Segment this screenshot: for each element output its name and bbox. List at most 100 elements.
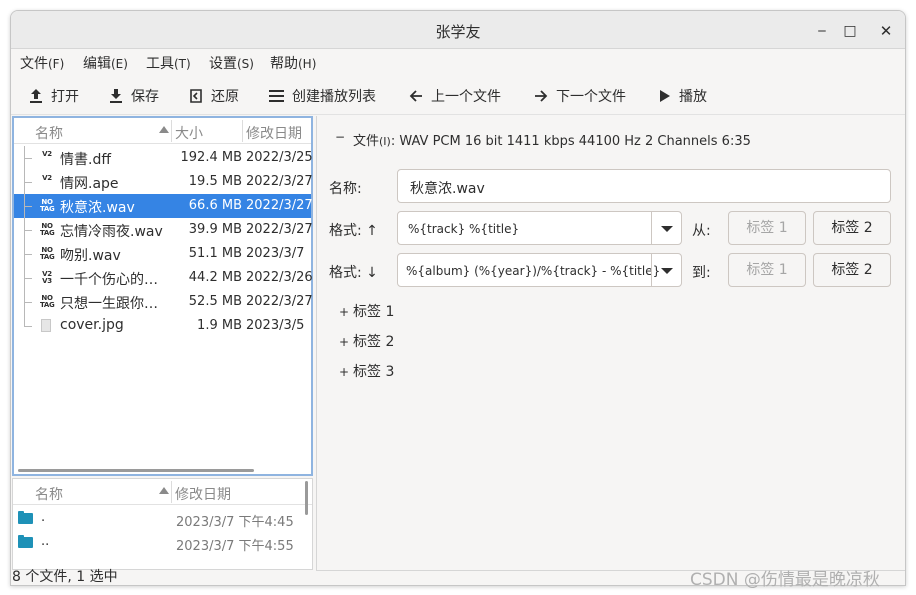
- menu-settings-accel: (S): [237, 57, 254, 71]
- next-file-button[interactable]: 下一个文件: [534, 84, 626, 108]
- file-list[interactable]: 名称 大小 修改日期 V2 情書.dff 192.4 MB 2022/3/25 …: [12, 116, 313, 476]
- file-list-header: 名称 大小 修改日期: [14, 118, 311, 144]
- prev-file-button[interactable]: 上一个文件: [409, 84, 501, 108]
- tag3-expander[interactable]: + 标签 3: [339, 361, 394, 381]
- menu-edit[interactable]: 编辑(E): [83, 53, 128, 73]
- tree-line: [24, 146, 34, 170]
- open-button[interactable]: 打开: [29, 84, 79, 108]
- dropdown-arrow-icon[interactable]: [661, 268, 673, 274]
- format-down-value: %{album} (%{year})/%{track} - %{title}: [406, 264, 661, 278]
- file-row[interactable]: NO TAG 忘情冷雨夜.wav 39.9 MB 2022/3/27: [14, 218, 313, 242]
- dir-row[interactable]: . 2023/3/7 下午4:45: [13, 507, 303, 531]
- file-row[interactable]: NO TAG 只想一生跟你… 52.5 MB 2022/3/27: [14, 290, 313, 314]
- revert-button[interactable]: 还原: [189, 84, 239, 108]
- play-button[interactable]: 播放: [659, 84, 707, 108]
- dir-header-date[interactable]: 修改日期: [175, 484, 231, 504]
- minimize-button[interactable]: ‒: [811, 20, 833, 42]
- file-row[interactable]: cover.jpg 1.9 MB 2023/3/5: [14, 314, 311, 338]
- menu-file[interactable]: 文件(F): [20, 53, 64, 73]
- tag-v2-icon: V2: [42, 150, 52, 158]
- window-title: 张学友: [435, 23, 481, 41]
- combo-separator: [651, 254, 652, 286]
- to-tag2-button[interactable]: 标签 2: [813, 253, 891, 287]
- menu-settings[interactable]: 设置(S): [209, 53, 254, 73]
- details-panel: − 文件(I): WAV PCM 16 bit 1411 kbps 44100 …: [316, 116, 905, 571]
- file-size: 44.2 MB: [188, 270, 242, 285]
- file-section-accel: (I): [379, 135, 391, 148]
- file-date: 2022/3/27: [246, 222, 313, 237]
- format-up-combo[interactable]: %{track} %{title}: [397, 211, 682, 245]
- menu-tools-label: 工具: [146, 56, 174, 72]
- menu-help-accel: (H): [298, 57, 317, 71]
- header-name[interactable]: 名称: [35, 123, 63, 143]
- tree-line: [24, 266, 34, 290]
- name-field-value: 秋意浓.wav: [410, 181, 485, 197]
- from-tag1-button[interactable]: 标签 1: [728, 211, 806, 245]
- menu-edit-label: 编辑: [83, 56, 111, 72]
- file-date: 2022/3/27: [246, 198, 313, 213]
- menu-file-accel: (F): [48, 57, 65, 71]
- file-row-selected[interactable]: NO TAG 秋意浓.wav 66.6 MB 2022/3/27: [14, 194, 313, 218]
- from-tag2-button[interactable]: 标签 2: [813, 211, 891, 245]
- tag2-expander[interactable]: + 标签 2: [339, 331, 394, 351]
- vertical-scrollbar[interactable]: [305, 481, 308, 515]
- title-bar: 张学友 ‒ □ ✕: [11, 11, 905, 49]
- main-window: 张学友 ‒ □ ✕ 文件(F) 编辑(E) 工具(T) 设置(S) 帮助(H) …: [10, 10, 906, 586]
- file-section-label: 文件: [353, 134, 380, 149]
- format-up-value: %{track} %{title}: [408, 222, 520, 236]
- file-date: 2022/3/25: [246, 150, 313, 165]
- file-row[interactable]: V2 情网.ape 19.5 MB 2022/3/27: [14, 170, 313, 194]
- close-button[interactable]: ✕: [875, 20, 897, 42]
- dir-name: .: [41, 510, 46, 525]
- folder-icon: [18, 535, 33, 548]
- dropdown-arrow-icon[interactable]: [661, 226, 673, 232]
- maximize-button[interactable]: □: [839, 20, 861, 42]
- file-size: 1.9 MB: [197, 318, 242, 333]
- tree-line: [24, 218, 34, 242]
- tree-line: [24, 194, 34, 218]
- save-label: 保存: [131, 89, 159, 105]
- file-date: 2023/3/7: [246, 246, 305, 261]
- horizontal-scrollbar[interactable]: [18, 469, 254, 472]
- play-icon: [660, 90, 670, 102]
- menu-tools[interactable]: 工具(T): [146, 53, 191, 73]
- collapse-icon[interactable]: −: [335, 130, 345, 144]
- prev-file-label: 上一个文件: [431, 89, 501, 105]
- menu-tools-accel: (T): [174, 57, 191, 71]
- file-date: 2022/3/27: [246, 174, 313, 189]
- menu-help[interactable]: 帮助(H): [270, 53, 316, 73]
- file-row[interactable]: V2 情書.dff 192.4 MB 2022/3/25: [14, 146, 313, 170]
- header-size[interactable]: 大小: [175, 123, 203, 143]
- expand-icon: +: [339, 335, 350, 349]
- file-row[interactable]: V2 V3 一千个伤心的… 44.2 MB 2022/3/26: [14, 266, 313, 290]
- menu-edit-accel: (E): [111, 57, 128, 71]
- no-tag-icon: NO TAG: [40, 246, 55, 261]
- tag1-expander[interactable]: + 标签 1: [339, 301, 394, 321]
- to-tag1-button[interactable]: 标签 1: [728, 253, 806, 287]
- tag-v2-v3-icon: V2 V3: [42, 270, 52, 285]
- file-row[interactable]: NO TAG 吻别.wav 51.1 MB 2023/3/7: [14, 242, 311, 266]
- file-size: 19.5 MB: [188, 174, 242, 189]
- file-name: 一千个伤心的…: [60, 272, 158, 288]
- save-button[interactable]: 保存: [109, 84, 159, 108]
- dir-list-header: 名称 修改日期: [13, 479, 312, 505]
- file-info: 文件(I): WAV PCM 16 bit 1411 kbps 44100 Hz…: [353, 130, 751, 149]
- dir-name: ..: [41, 534, 50, 549]
- file-size: 66.6 MB: [188, 198, 242, 213]
- header-separator: [171, 481, 172, 503]
- tag2-label: 标签 2: [353, 334, 395, 350]
- from-label: 从:: [692, 223, 711, 239]
- dir-row[interactable]: .. 2023/3/7 下午4:55: [13, 531, 303, 555]
- dir-header-name[interactable]: 名称: [35, 484, 63, 504]
- file-date: 2023/3/5: [246, 318, 305, 333]
- format-down-combo[interactable]: %{album} (%{year})/%{track} - %{title}: [397, 253, 682, 287]
- file-name: 情网.ape: [60, 176, 119, 192]
- directory-list[interactable]: 名称 修改日期 . 2023/3/7 下午4:45 .. 2023/3/7 下午…: [12, 478, 313, 570]
- next-file-label: 下一个文件: [556, 89, 626, 105]
- sort-ascending-icon: [159, 126, 169, 133]
- format-down-label: 格式: ↓: [329, 265, 378, 281]
- create-playlist-button[interactable]: 创建播放列表: [269, 84, 376, 108]
- arrow-right-icon: [535, 90, 548, 102]
- header-date[interactable]: 修改日期: [246, 123, 302, 143]
- name-field[interactable]: 秋意浓.wav: [397, 169, 891, 203]
